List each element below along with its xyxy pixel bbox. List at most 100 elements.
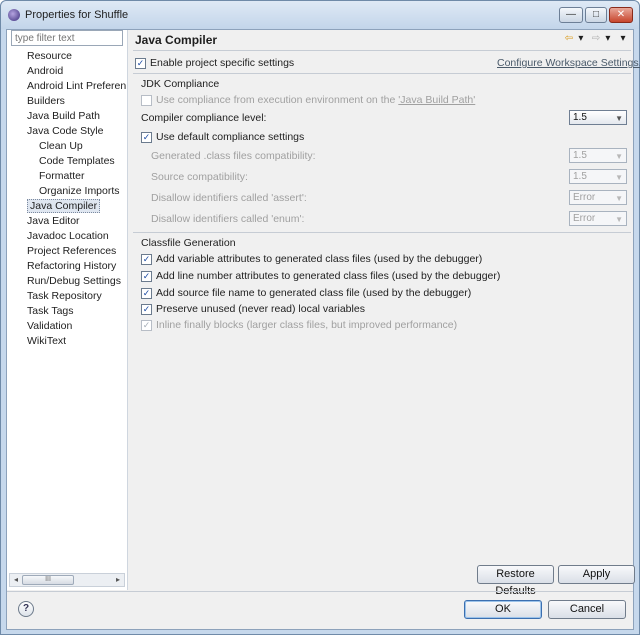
java-build-path-link[interactable]: 'Java Build Path' [398,94,475,106]
section-divider [133,73,631,74]
sidebar-item-label: Java Editor [27,215,80,227]
back-menu-chevron-icon[interactable]: ▾ [575,33,587,45]
sidebar-item-label: Java Build Path [27,110,100,122]
add-variable-attributes-checkbox[interactable]: ✓ Add variable attributes to generated c… [141,252,482,266]
enable-project-settings-label: Enable project specific settings [150,57,295,69]
sidebar-item-label: Android [27,65,64,77]
sidebar-item[interactable]: Javadoc Location [7,229,126,244]
add-variable-attributes-label: Add variable attributes to generated cla… [156,253,483,265]
help-icon[interactable]: ? [18,601,34,617]
forward-arrow-icon[interactable]: ⇨ [590,33,602,45]
dialog-client-area: Resource Android Android Lint Preferen Buil… [6,29,640,630]
sidebar-item[interactable]: Builders [7,94,126,109]
sidebar-item[interactable]: Clean Up [7,139,126,154]
sidebar-item[interactable]: Formatter [7,169,126,184]
disallow-enum-value: Error [573,213,596,224]
use-execution-env-checkbox[interactable]: Use compliance from execution environmen… [141,93,475,107]
close-button[interactable]: ✕ [609,7,633,23]
sidebar-horizontal-scrollbar[interactable]: ◂ III ▸ [9,573,125,587]
sidebar-item-label: Task Repository [27,290,102,302]
checkbox-box[interactable]: ✓ [141,303,152,315]
sidebar-item[interactable]: Android [7,64,126,79]
sidebar-item-label: Project References [27,245,117,257]
sidebar-item[interactable]: Java Compiler [7,199,126,214]
sidebar-item[interactable]: Android Lint Preferen [7,79,126,94]
source-compat-select[interactable]: 1.5 ▼ [569,169,627,184]
jdk-compliance-title: JDK Compliance [141,78,220,90]
back-arrow-icon[interactable]: ⇦ [563,33,575,45]
sidebar-item[interactable]: WikiText [7,334,126,349]
section-divider [133,232,631,233]
compliance-level-label: Compiler compliance level: [141,112,267,124]
use-execution-env-label: Use compliance from execution environmen… [156,94,396,106]
sidebar-item[interactable]: Refactoring History [7,259,126,274]
disallow-enum-select[interactable]: Error ▼ [569,211,627,226]
sidebar-item[interactable]: Code Templates [7,154,126,169]
sidebar-item[interactable]: Java Code Style [7,124,126,139]
class-files-compat-value: 1.5 [573,150,587,161]
disallow-assert-select[interactable]: Error ▼ [569,190,627,205]
properties-dialog: Properties for Shuffle — □ ✕ Resource And… [0,0,640,635]
add-source-file-name-label: Add source file name to generated class … [156,287,472,299]
apply-button[interactable]: Apply [558,565,635,584]
chevron-down-icon: ▼ [615,152,623,161]
checkbox-box[interactable]: ✓ [141,319,152,331]
compliance-level-value: 1.5 [573,112,587,123]
sidebar-item[interactable]: Project References [7,244,126,259]
preserve-unused-variables-label: Preserve unused (never read) local varia… [156,303,365,315]
sidebar-item-label: Organize Imports [39,185,120,197]
sidebar-item[interactable]: Java Build Path [7,109,126,124]
checkbox-box[interactable] [141,94,152,106]
class-files-compat-select[interactable]: 1.5 ▼ [569,148,627,163]
sidebar-item[interactable]: Java Editor [7,214,126,229]
sidebar-item-label: Run/Debug Settings [27,275,121,287]
sidebar-item[interactable]: Validation [7,319,126,334]
filter-input[interactable] [11,30,123,46]
sidebar-item-label: Builders [27,95,65,107]
chevron-down-icon: ▼ [615,114,623,123]
scroll-thumb[interactable]: III [22,575,74,585]
minimize-button[interactable]: — [559,7,583,23]
eclipse-app-icon [8,9,20,21]
add-line-number-attributes-checkbox[interactable]: ✓ Add line number attributes to generate… [141,269,500,283]
add-line-number-attributes-label: Add line number attributes to generated … [156,270,501,282]
enable-project-settings-checkbox[interactable]: ✓ Enable project specific settings [135,56,294,70]
sidebar-item-label: Refactoring History [27,260,117,272]
sidebar-item-label: Javadoc Location [27,230,109,242]
checkbox-box[interactable]: ✓ [141,253,152,265]
forward-menu-chevron-icon[interactable]: ▾ [602,33,614,45]
sidebar-item-label: Code Templates [39,155,115,167]
checkbox-box[interactable]: ✓ [141,287,152,299]
sidebar-item[interactable]: Task Repository [7,289,126,304]
maximize-button[interactable]: □ [585,7,607,23]
scroll-right-arrow-icon[interactable]: ▸ [113,575,123,585]
sidebar-item[interactable]: Resource [7,49,126,64]
sidebar-item-label: Task Tags [27,305,74,317]
add-source-file-name-checkbox[interactable]: ✓ Add source file name to generated clas… [141,286,471,300]
sidebar-item[interactable]: Task Tags [7,304,126,319]
compliance-level-select[interactable]: 1.5 ▼ [569,110,627,125]
scroll-left-arrow-icon[interactable]: ◂ [11,575,21,585]
footer-divider [7,591,633,592]
checkbox-box[interactable]: ✓ [135,57,146,69]
page-title: Java Compiler [135,33,218,47]
sidebar-item-label: Formatter [39,170,85,182]
preserve-unused-variables-checkbox[interactable]: ✓ Preserve unused (never read) local var… [141,302,365,316]
sidebar-item-label: Java Code Style [27,125,104,137]
cancel-button[interactable]: Cancel [548,600,626,619]
use-default-compliance-label: Use default compliance settings [156,131,305,143]
class-files-compat-label: Generated .class files compatibility: [151,150,316,162]
sidebar-item[interactable]: Organize Imports [7,184,126,199]
use-default-compliance-checkbox[interactable]: ✓ Use default compliance settings [141,130,304,144]
title-divider [133,50,631,51]
checkbox-box[interactable]: ✓ [141,270,152,282]
ok-button[interactable]: OK [464,600,542,619]
restore-defaults-button[interactable]: Restore Defaults [477,565,554,597]
configure-workspace-link[interactable]: Configure Workspace Settings... [497,57,640,69]
classfile-generation-title: Classfile Generation [141,237,236,249]
inline-finally-blocks-checkbox[interactable]: ✓ Inline finally blocks (larger class fi… [141,318,457,332]
checkbox-box[interactable]: ✓ [141,131,152,143]
view-menu-chevron-icon[interactable]: ▾ [617,33,629,45]
sidebar-item[interactable]: Run/Debug Settings [7,274,126,289]
sidebar-item-label: WikiText [27,335,67,347]
